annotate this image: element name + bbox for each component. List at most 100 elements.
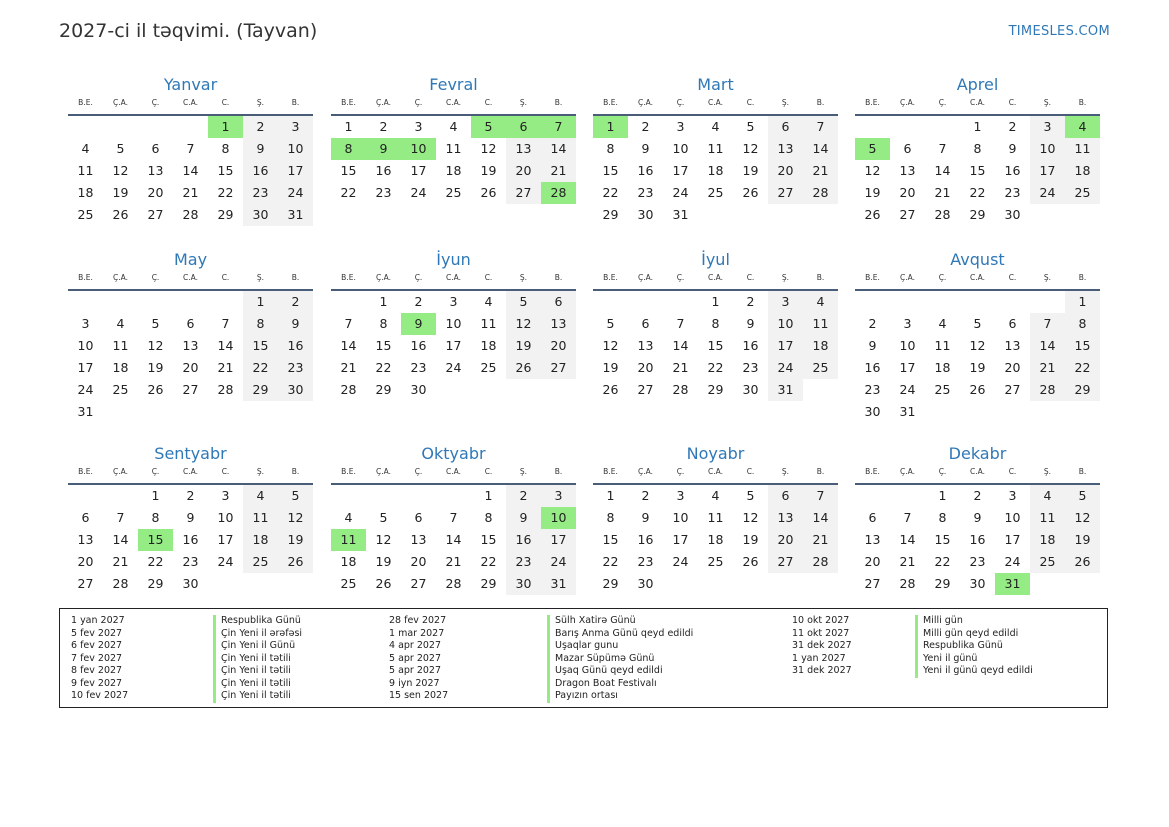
day-cell[interactable]: 13 xyxy=(173,335,208,357)
day-cell[interactable]: 28 xyxy=(890,573,925,595)
day-cell[interactable]: 31 xyxy=(995,573,1030,595)
day-cell[interactable]: 25 xyxy=(698,182,733,204)
day-cell[interactable]: 26 xyxy=(471,182,506,204)
day-cell[interactable]: 1 xyxy=(960,116,995,138)
day-cell[interactable]: 18 xyxy=(243,529,278,551)
day-cell[interactable]: 17 xyxy=(541,529,576,551)
day-cell[interactable]: 17 xyxy=(436,335,471,357)
day-cell[interactable]: 1 xyxy=(331,116,366,138)
day-cell[interactable]: 14 xyxy=(803,138,838,160)
day-cell[interactable]: 1 xyxy=(208,116,243,138)
day-cell[interactable]: 23 xyxy=(506,551,541,573)
day-cell[interactable]: 30 xyxy=(401,379,436,401)
day-cell[interactable]: 12 xyxy=(471,138,506,160)
day-cell[interactable]: 12 xyxy=(1065,507,1100,529)
day-cell[interactable]: 3 xyxy=(208,485,243,507)
day-cell[interactable]: 25 xyxy=(331,573,366,595)
day-cell[interactable]: 6 xyxy=(768,116,803,138)
day-cell[interactable]: 19 xyxy=(138,357,173,379)
day-cell[interactable]: 25 xyxy=(68,204,103,226)
day-cell[interactable]: 24 xyxy=(890,379,925,401)
day-cell[interactable]: 23 xyxy=(628,182,663,204)
day-cell[interactable]: 17 xyxy=(995,529,1030,551)
day-cell[interactable]: 5 xyxy=(960,313,995,335)
day-cell[interactable]: 28 xyxy=(331,379,366,401)
day-cell[interactable]: 12 xyxy=(366,529,401,551)
day-cell[interactable]: 5 xyxy=(1065,485,1100,507)
day-cell[interactable]: 29 xyxy=(593,204,628,226)
day-cell[interactable]: 27 xyxy=(628,379,663,401)
day-cell[interactable]: 17 xyxy=(401,160,436,182)
day-cell[interactable]: 24 xyxy=(663,182,698,204)
day-cell[interactable]: 10 xyxy=(208,507,243,529)
day-cell[interactable]: 9 xyxy=(278,313,313,335)
day-cell[interactable]: 11 xyxy=(803,313,838,335)
day-cell[interactable]: 4 xyxy=(1065,116,1100,138)
day-cell[interactable]: 16 xyxy=(628,160,663,182)
day-cell[interactable]: 22 xyxy=(471,551,506,573)
day-cell[interactable]: 21 xyxy=(803,160,838,182)
day-cell[interactable]: 4 xyxy=(243,485,278,507)
day-cell[interactable]: 12 xyxy=(733,507,768,529)
day-cell[interactable]: 21 xyxy=(925,182,960,204)
day-cell[interactable]: 19 xyxy=(366,551,401,573)
day-cell[interactable]: 18 xyxy=(1065,160,1100,182)
day-cell[interactable]: 2 xyxy=(995,116,1030,138)
day-cell[interactable]: 25 xyxy=(436,182,471,204)
day-cell[interactable]: 24 xyxy=(1030,182,1065,204)
day-cell[interactable]: 28 xyxy=(103,573,138,595)
day-cell[interactable]: 24 xyxy=(278,182,313,204)
day-cell[interactable]: 20 xyxy=(506,160,541,182)
day-cell[interactable]: 15 xyxy=(1065,335,1100,357)
day-cell[interactable]: 29 xyxy=(243,379,278,401)
day-cell[interactable]: 30 xyxy=(628,573,663,595)
day-cell[interactable]: 2 xyxy=(243,116,278,138)
day-cell[interactable]: 5 xyxy=(733,116,768,138)
day-cell[interactable]: 11 xyxy=(925,335,960,357)
day-cell[interactable]: 6 xyxy=(401,507,436,529)
day-cell[interactable]: 22 xyxy=(366,357,401,379)
day-cell[interactable]: 25 xyxy=(925,379,960,401)
day-cell[interactable]: 19 xyxy=(733,160,768,182)
day-cell[interactable]: 28 xyxy=(803,551,838,573)
day-cell[interactable]: 13 xyxy=(768,138,803,160)
day-cell[interactable]: 24 xyxy=(401,182,436,204)
day-cell[interactable]: 12 xyxy=(103,160,138,182)
day-cell[interactable]: 26 xyxy=(366,573,401,595)
day-cell[interactable]: 8 xyxy=(331,138,366,160)
day-cell[interactable]: 20 xyxy=(541,335,576,357)
day-cell[interactable]: 16 xyxy=(243,160,278,182)
day-cell[interactable]: 15 xyxy=(960,160,995,182)
day-cell[interactable]: 23 xyxy=(401,357,436,379)
day-cell[interactable]: 25 xyxy=(1030,551,1065,573)
day-cell[interactable]: 23 xyxy=(733,357,768,379)
day-cell[interactable]: 6 xyxy=(68,507,103,529)
day-cell[interactable]: 27 xyxy=(138,204,173,226)
day-cell[interactable]: 2 xyxy=(278,291,313,313)
day-cell[interactable]: 6 xyxy=(890,138,925,160)
day-cell[interactable]: 22 xyxy=(925,551,960,573)
day-cell[interactable]: 16 xyxy=(628,529,663,551)
day-cell[interactable]: 18 xyxy=(68,182,103,204)
day-cell[interactable]: 8 xyxy=(366,313,401,335)
day-cell[interactable]: 22 xyxy=(208,182,243,204)
day-cell[interactable]: 26 xyxy=(593,379,628,401)
site-link[interactable]: TIMESLES.COM xyxy=(1009,24,1110,39)
day-cell[interactable]: 27 xyxy=(401,573,436,595)
day-cell[interactable]: 3 xyxy=(278,116,313,138)
day-cell[interactable]: 9 xyxy=(960,507,995,529)
day-cell[interactable]: 8 xyxy=(471,507,506,529)
day-cell[interactable]: 7 xyxy=(541,116,576,138)
day-cell[interactable]: 9 xyxy=(506,507,541,529)
day-cell[interactable]: 7 xyxy=(925,138,960,160)
day-cell[interactable]: 21 xyxy=(103,551,138,573)
day-cell[interactable]: 17 xyxy=(890,357,925,379)
day-cell[interactable]: 14 xyxy=(803,507,838,529)
day-cell[interactable]: 9 xyxy=(173,507,208,529)
day-cell[interactable]: 14 xyxy=(890,529,925,551)
day-cell[interactable]: 29 xyxy=(366,379,401,401)
day-cell[interactable]: 24 xyxy=(541,551,576,573)
day-cell[interactable]: 17 xyxy=(768,335,803,357)
day-cell[interactable]: 7 xyxy=(890,507,925,529)
day-cell[interactable]: 14 xyxy=(925,160,960,182)
